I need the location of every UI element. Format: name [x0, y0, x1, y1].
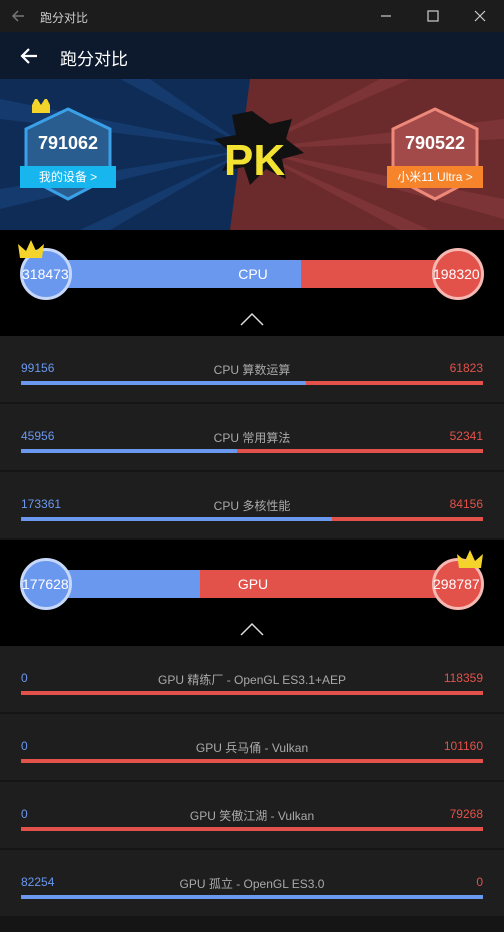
compare-device-badge[interactable]: 790522 小米11 Ultra >: [377, 99, 493, 209]
test-name: CPU 常用算法: [213, 431, 291, 445]
compare-track: [21, 827, 483, 831]
other-value: 61823: [449, 361, 483, 375]
compare-track: [21, 449, 483, 453]
mine-fill: [21, 895, 483, 899]
pk-banner: PK 791062 我的设备 > 790522 小米11 Ultra >: [0, 79, 504, 230]
test-name: CPU 多核性能: [213, 499, 291, 513]
score-row: 0 GPU 笑傲江湖 - Vulkan 79268: [0, 782, 504, 849]
back-arrow-icon[interactable]: [8, 6, 28, 26]
other-value: 84156: [449, 497, 483, 511]
hexagon-badge-icon: [24, 97, 112, 201]
chevron-up-icon[interactable]: [240, 312, 264, 326]
crown-icon: [457, 550, 483, 568]
cpu-mine-score: 318473: [22, 266, 69, 282]
back-arrow-icon[interactable]: [18, 45, 40, 67]
gpu-compare-bar: GPU: [46, 570, 460, 598]
other-value: 0: [476, 875, 483, 889]
mine-fill: [21, 381, 306, 385]
test-name: CPU 算数运算: [213, 363, 291, 377]
gpu-summary[interactable]: GPU 177628 298787: [0, 540, 504, 646]
score-row: 82254 GPU 孤立 - OpenGL ES3.0 0: [0, 850, 504, 917]
crown-icon: [32, 97, 50, 113]
test-name: GPU 精练厂 - OpenGL ES3.1+AEP: [158, 673, 346, 687]
close-icon[interactable]: [470, 6, 490, 26]
compare-device-score: 790522: [404, 133, 466, 153]
compare-track: [21, 517, 483, 521]
crown-icon: [18, 240, 44, 258]
chevron-up-icon[interactable]: [240, 622, 264, 636]
other-value: 101160: [443, 739, 483, 753]
my-device-label[interactable]: 我的设备 >: [20, 166, 116, 188]
pk-text: PK: [224, 136, 285, 185]
compare-track: [21, 381, 483, 385]
score-row: 99156 CPU 算数运算 61823: [0, 336, 504, 403]
other-value: 118359: [443, 671, 483, 685]
cpu-summary[interactable]: CPU 318473 198320: [0, 230, 504, 336]
window-title: 跑分对比: [40, 11, 89, 25]
compare-track: [21, 691, 483, 695]
test-name: GPU 兵马俑 - Vulkan: [195, 741, 309, 755]
mine-fill: [21, 517, 332, 521]
hexagon-badge-icon: [391, 107, 479, 201]
gpu-mine-score: 177628: [22, 576, 69, 592]
score-row: 0 GPU 兵马俑 - Vulkan 101160: [0, 714, 504, 781]
other-value: 79268: [449, 807, 483, 821]
test-name: GPU 孤立 - OpenGL ES3.0: [179, 877, 325, 891]
compare-track: [21, 895, 483, 899]
app-bar: 跑分对比: [0, 32, 504, 79]
test-name: GPU 笑傲江湖 - Vulkan: [189, 809, 315, 823]
score-row: 45956 CPU 常用算法 52341: [0, 404, 504, 471]
cpu-compare-bar: CPU: [46, 260, 460, 288]
compare-device-label[interactable]: 小米11 Ultra >: [387, 166, 483, 188]
page-title: 跑分对比: [60, 50, 128, 69]
window-title-bar: 跑分对比: [0, 0, 504, 32]
my-device-badge[interactable]: 791062 我的设备 >: [10, 97, 126, 209]
my-device-score: 791062: [37, 133, 99, 153]
maximize-icon[interactable]: [423, 6, 443, 26]
minimize-icon[interactable]: [376, 6, 396, 26]
mine-fill: [21, 449, 238, 453]
other-value: 52341: [449, 429, 483, 443]
score-row: 173361 CPU 多核性能 84156: [0, 472, 504, 539]
score-row: 0 GPU 精练厂 - OpenGL ES3.1+AEP 118359: [0, 646, 504, 713]
compare-track: [21, 759, 483, 763]
gpu-label: GPU: [237, 576, 269, 592]
cpu-label: CPU: [238, 266, 268, 282]
cpu-other-score: 198320: [433, 266, 480, 282]
gpu-other-score: 298787: [433, 576, 480, 592]
